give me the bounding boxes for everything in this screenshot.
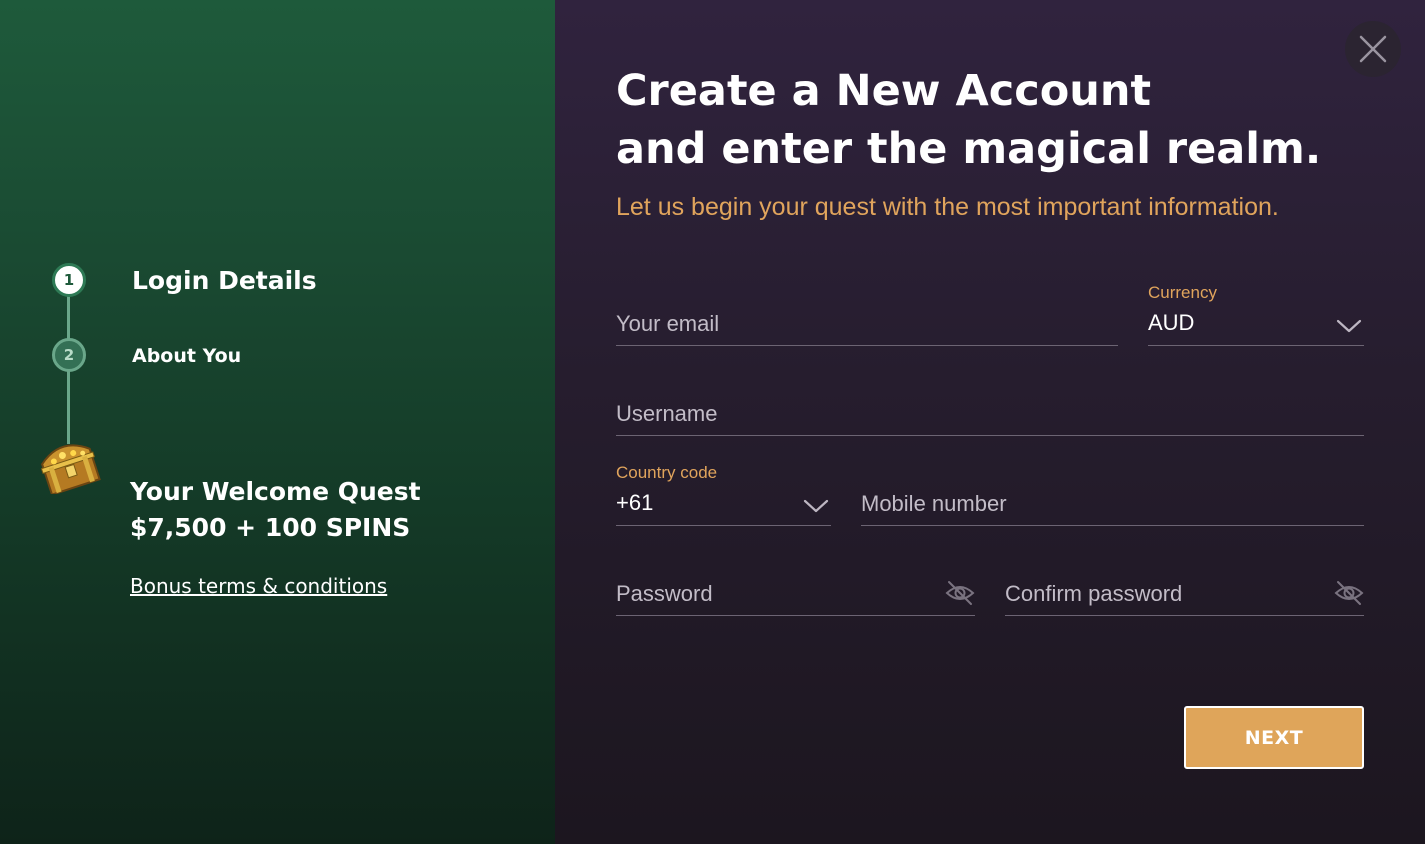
password-field[interactable]: Password [616,570,975,616]
treasure-chest-icon [40,444,101,494]
mobile-number-field[interactable]: Mobile number [861,480,1364,526]
country-code-label: Country code [616,463,718,482]
step-2-label: About You [132,345,242,367]
eye-off-icon[interactable] [945,580,975,606]
welcome-quest-line1: Your Welcome Quest [130,477,421,506]
close-icon [1359,35,1387,63]
chevron-down-icon [803,499,829,513]
currency-label: Currency [1148,283,1217,302]
close-button[interactable] [1345,21,1401,77]
page-title-line1: Create a New Account [616,66,1152,116]
confirm-password-placeholder: Confirm password [1005,581,1183,606]
page-subtitle: Let us begin your quest with the most im… [616,193,1279,221]
email-placeholder: Your email [616,311,720,336]
password-placeholder: Password [616,581,713,606]
country-code-value: +61 [616,490,654,515]
eye-off-icon[interactable] [1334,580,1364,606]
currency-select[interactable]: Currency AUD [1148,280,1364,346]
country-code-select[interactable]: Country code +61 [616,460,831,526]
chevron-down-icon [1336,319,1362,333]
username-field[interactable]: Username [616,390,1364,436]
bonus-terms-link[interactable]: Bonus terms & conditions [130,574,387,598]
next-button[interactable]: NEXT [1184,706,1364,769]
confirm-password-field[interactable]: Confirm password [1005,570,1364,616]
step-2-indicator: 2 [52,338,86,372]
username-placeholder: Username [616,401,718,426]
page-title-line2: and enter the magical realm. [616,124,1322,174]
step-1-label: Login Details [132,266,317,295]
welcome-quest-title: Your Welcome Quest $7,500 + 100 SPINS [130,474,530,546]
mobile-number-placeholder: Mobile number [861,491,1007,516]
currency-value: AUD [1148,310,1195,335]
welcome-quest-line2: $7,500 + 100 SPINS [130,513,411,542]
left-panel [0,0,555,844]
page-title: Create a New Account and enter the magic… [616,62,1321,178]
email-field[interactable]: Your email [616,300,1118,346]
step-1-indicator: 1 [52,263,86,297]
